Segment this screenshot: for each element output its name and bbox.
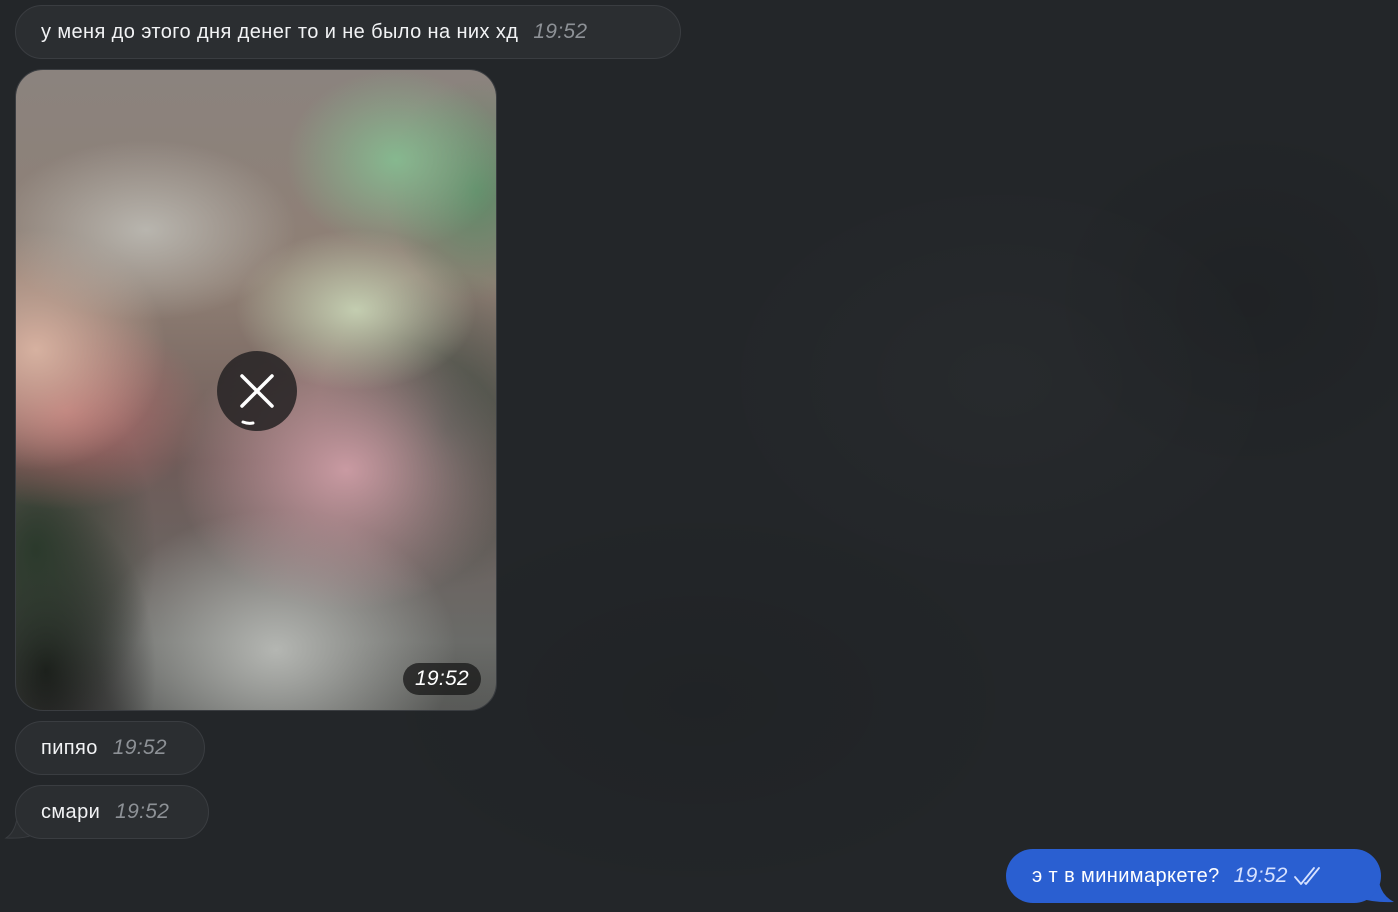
cancel-download-button[interactable] [217,351,297,431]
photo-message[interactable]: 19:52 [15,69,497,711]
photo-time-badge: 19:52 [402,663,481,695]
message-text: э т в минимаркете? [1032,864,1220,887]
progress-arc [241,420,255,425]
message-text: у меня до этого дня денег то и не было н… [41,20,519,43]
close-icon [240,374,274,425]
incoming-message[interactable]: пипяо 19:52 [15,721,205,775]
message-time: 19:52 [115,800,170,823]
message-text: пипяо [41,736,98,759]
outgoing-message[interactable]: э т в минимаркете? 19:52 [1006,849,1381,903]
message-time: 19:52 [533,20,588,43]
message-time: 19:52 [112,736,167,759]
message-text: смари [41,800,101,823]
message-time: 19:52 [1233,864,1288,887]
incoming-message[interactable]: у меня до этого дня денег то и не было н… [15,5,681,59]
incoming-message[interactable]: смари 19:52 [15,785,209,839]
double-check-icon [1293,867,1320,885]
